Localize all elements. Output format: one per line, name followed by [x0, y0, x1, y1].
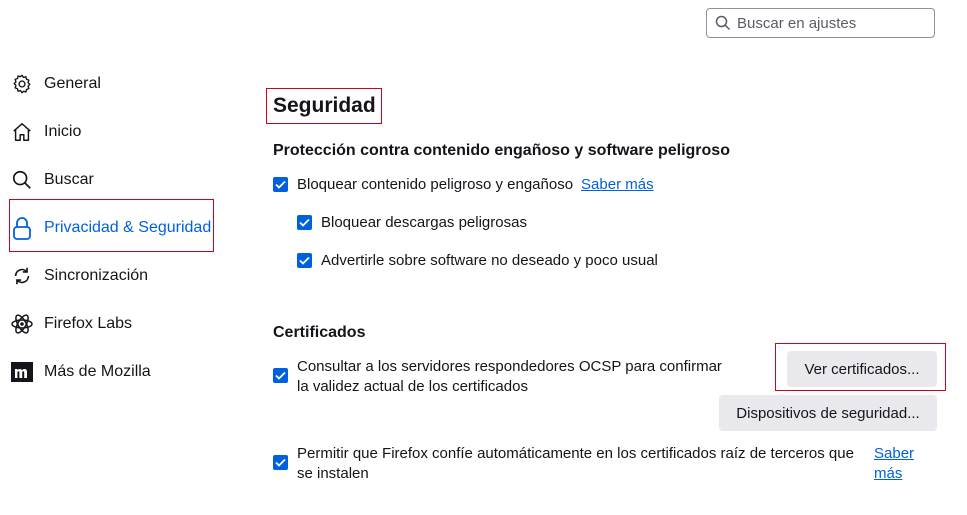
sidebar-item-sync[interactable]: Sincronización: [10, 258, 148, 294]
block-downloads-label[interactable]: Bloquear descargas peligrosas: [321, 213, 527, 233]
sidebar-item-label: Más de Mozilla: [44, 363, 151, 380]
thirdparty-certs-checkbox[interactable]: [273, 455, 288, 470]
sidebar-item-search[interactable]: Buscar: [10, 162, 94, 198]
sidebar-item-privacy-security[interactable]: Privacidad & Seguridad: [10, 210, 211, 246]
block-dangerous-label[interactable]: Bloquear contenido peligroso y engañoso: [297, 175, 573, 195]
sync-icon: [10, 264, 34, 288]
certificates-heading: Certificados: [273, 324, 366, 341]
learn-more-line1: Saber: [874, 445, 915, 462]
learn-more-line2: más: [874, 465, 903, 482]
block-dangerous-row: Bloquear contenido peligroso y engañoso …: [273, 175, 654, 195]
mozilla-icon: [10, 360, 34, 384]
sidebar-item-label: General: [44, 75, 101, 92]
ocsp-label-line1: Consultar a los servidores respondedores…: [297, 358, 722, 375]
thirdparty-certs-row: Permitir que Firefox confíe automáticame…: [273, 444, 863, 484]
sidebar-item-label: Buscar: [44, 171, 94, 188]
ocsp-label[interactable]: Consultar a los servidores respondedores…: [297, 357, 722, 397]
search-icon: [10, 168, 34, 192]
atom-icon: [10, 312, 34, 336]
protection-heading: Protección contra contenido engañoso y s…: [273, 142, 730, 159]
search-input[interactable]: [737, 14, 917, 32]
sidebar-item-label: Sincronización: [44, 267, 149, 284]
gear-icon: [10, 72, 34, 96]
thirdparty-label-line2: se instalen: [297, 465, 369, 482]
security-devices-button[interactable]: Dispositivos de seguridad...: [719, 395, 937, 431]
sidebar-item-home[interactable]: Inicio: [10, 114, 81, 150]
block-downloads-row: Bloquear descargas peligrosas: [297, 213, 527, 233]
view-certificates-button[interactable]: Ver certificados...: [787, 351, 937, 387]
sidebar-item-label: Privacidad & Seguridad: [44, 219, 212, 236]
ocsp-row: Consultar a los servidores respondedores…: [273, 357, 722, 397]
search-icon: [715, 15, 731, 31]
sidebar-item-label: Firefox Labs: [44, 315, 133, 332]
learn-more-link[interactable]: Saber más: [581, 175, 654, 195]
thirdparty-certs-label[interactable]: Permitir que Firefox confíe automáticame…: [297, 444, 863, 484]
sidebar-item-general[interactable]: General: [10, 66, 101, 102]
ocsp-checkbox[interactable]: [273, 368, 288, 383]
sidebar-item-label: Inicio: [44, 123, 82, 140]
warn-unwanted-label[interactable]: Advertirle sobre software no deseado y p…: [321, 251, 658, 271]
search-box[interactable]: [706, 8, 935, 38]
thirdparty-learn-more-link[interactable]: Saber más: [874, 444, 914, 484]
block-downloads-checkbox[interactable]: [297, 215, 312, 230]
block-dangerous-checkbox[interactable]: [273, 177, 288, 192]
page-title: Seguridad: [273, 94, 376, 117]
thirdparty-label-line1: Permitir que Firefox confíe automáticame…: [297, 445, 854, 462]
sidebar-item-more-mozilla[interactable]: Más de Mozilla: [10, 354, 151, 390]
ocsp-label-line2: la validez actual de los certificados: [297, 378, 528, 395]
warn-unwanted-row: Advertirle sobre software no deseado y p…: [297, 251, 658, 271]
lock-icon: [10, 216, 34, 240]
home-icon: [10, 120, 34, 144]
sidebar-item-firefox-labs[interactable]: Firefox Labs: [10, 306, 132, 342]
warn-unwanted-checkbox[interactable]: [297, 253, 312, 268]
